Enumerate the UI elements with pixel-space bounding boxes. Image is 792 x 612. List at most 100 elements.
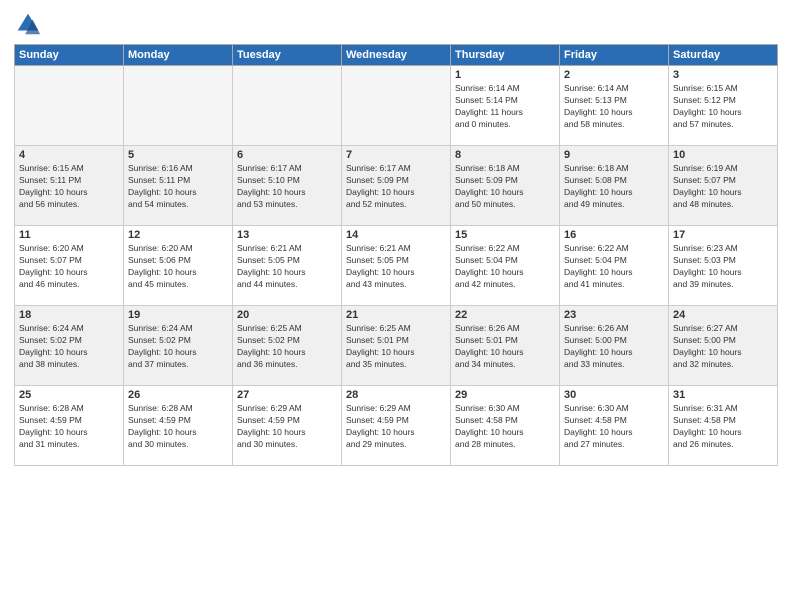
day-info: Sunrise: 6:18 AM Sunset: 5:08 PM Dayligh… <box>564 163 664 211</box>
calendar-cell: 28 Sunrise: 6:29 AM Sunset: 4:59 PM Dayli… <box>342 386 451 466</box>
day-number: 18 <box>19 309 119 321</box>
day-number: 21 <box>346 309 446 321</box>
day-number: 23 <box>564 309 664 321</box>
calendar-row-5: 25Sunrise: 6:28 AM Sunset: 4:59 PM Dayli… <box>15 386 778 466</box>
calendar-cell: 7 Sunrise: 6:17 AM Sunset: 5:09 PM Daylig… <box>342 146 451 226</box>
page: SundayMondayTuesdayWednesdayThursdayFrid… <box>0 0 792 612</box>
calendar-cell: 21 Sunrise: 6:25 AM Sunset: 5:01 PM Dayli… <box>342 306 451 386</box>
calendar-cell: 22Sunrise: 6:26 AM Sunset: 5:01 PM Dayli… <box>451 306 560 386</box>
day-info: Sunrise: 6:27 AM Sunset: 5:00 PM Dayligh… <box>673 323 773 371</box>
calendar-cell: 24 Sunrise: 6:27 AM Sunset: 5:00 PM Dayli… <box>669 306 778 386</box>
calendar-cell: 31Sunrise: 6:31 AM Sunset: 4:58 PM Dayli… <box>669 386 778 466</box>
calendar-cell: 27 Sunrise: 6:29 AM Sunset: 4:59 PM Dayli… <box>233 386 342 466</box>
day-number: 29 <box>455 389 555 401</box>
weekday-header-row: SundayMondayTuesdayWednesdayThursdayFrid… <box>15 45 778 66</box>
day-number: 27 <box>237 389 337 401</box>
day-info: Sunrise: 6:29 AM Sunset: 4:59 PM Dayligh… <box>346 403 446 451</box>
day-info: Sunrise: 6:15 AM Sunset: 5:12 PM Dayligh… <box>673 83 773 131</box>
day-number: 30 <box>564 389 664 401</box>
calendar-cell <box>124 66 233 146</box>
day-info: Sunrise: 6:23 AM Sunset: 5:03 PM Dayligh… <box>673 243 773 291</box>
day-info: Sunrise: 6:19 AM Sunset: 5:07 PM Dayligh… <box>673 163 773 211</box>
day-info: Sunrise: 6:30 AM Sunset: 4:58 PM Dayligh… <box>564 403 664 451</box>
calendar-cell: 19Sunrise: 6:24 AM Sunset: 5:02 PM Dayli… <box>124 306 233 386</box>
calendar-cell: 4Sunrise: 6:15 AM Sunset: 5:11 PM Daylig… <box>15 146 124 226</box>
weekday-header-monday: Monday <box>124 45 233 66</box>
day-number: 17 <box>673 229 773 241</box>
day-number: 12 <box>128 229 228 241</box>
calendar-cell: 29 Sunrise: 6:30 AM Sunset: 4:58 PM Dayli… <box>451 386 560 466</box>
calendar-cell: 12 Sunrise: 6:20 AM Sunset: 5:06 PM Dayli… <box>124 226 233 306</box>
calendar-cell: 20 Sunrise: 6:25 AM Sunset: 5:02 PM Dayli… <box>233 306 342 386</box>
calendar-cell: 10 Sunrise: 6:19 AM Sunset: 5:07 PM Dayli… <box>669 146 778 226</box>
day-info: Sunrise: 6:20 AM Sunset: 5:06 PM Dayligh… <box>128 243 228 291</box>
calendar-row-1: 1 Sunrise: 6:14 AM Sunset: 5:14 PM Daylig… <box>15 66 778 146</box>
calendar-cell: 23Sunrise: 6:26 AM Sunset: 5:00 PM Dayli… <box>560 306 669 386</box>
calendar-cell: 26 Sunrise: 6:28 AM Sunset: 4:59 PM Dayli… <box>124 386 233 466</box>
day-info: Sunrise: 6:14 AM Sunset: 5:14 PM Dayligh… <box>455 83 555 131</box>
day-info: Sunrise: 6:31 AM Sunset: 4:58 PM Dayligh… <box>673 403 773 451</box>
day-info: Sunrise: 6:18 AM Sunset: 5:09 PM Dayligh… <box>455 163 555 211</box>
day-number: 7 <box>346 149 446 161</box>
day-info: Sunrise: 6:21 AM Sunset: 5:05 PM Dayligh… <box>237 243 337 291</box>
weekday-header-friday: Friday <box>560 45 669 66</box>
weekday-header-thursday: Thursday <box>451 45 560 66</box>
day-number: 6 <box>237 149 337 161</box>
day-number: 24 <box>673 309 773 321</box>
day-number: 26 <box>128 389 228 401</box>
day-info: Sunrise: 6:22 AM Sunset: 5:04 PM Dayligh… <box>455 243 555 291</box>
calendar-cell: 13Sunrise: 6:21 AM Sunset: 5:05 PM Dayli… <box>233 226 342 306</box>
calendar-cell: 2 Sunrise: 6:14 AM Sunset: 5:13 PM Daylig… <box>560 66 669 146</box>
day-info: Sunrise: 6:24 AM Sunset: 5:02 PM Dayligh… <box>128 323 228 371</box>
calendar-cell <box>342 66 451 146</box>
day-info: Sunrise: 6:17 AM Sunset: 5:10 PM Dayligh… <box>237 163 337 211</box>
day-number: 14 <box>346 229 446 241</box>
day-number: 2 <box>564 69 664 81</box>
calendar-cell: 16Sunrise: 6:22 AM Sunset: 5:04 PM Dayli… <box>560 226 669 306</box>
day-info: Sunrise: 6:30 AM Sunset: 4:58 PM Dayligh… <box>455 403 555 451</box>
day-number: 1 <box>455 69 555 81</box>
calendar-cell: 9 Sunrise: 6:18 AM Sunset: 5:08 PM Daylig… <box>560 146 669 226</box>
day-info: Sunrise: 6:15 AM Sunset: 5:11 PM Dayligh… <box>19 163 119 211</box>
logo <box>14 10 44 38</box>
day-info: Sunrise: 6:28 AM Sunset: 4:59 PM Dayligh… <box>128 403 228 451</box>
weekday-header-wednesday: Wednesday <box>342 45 451 66</box>
day-number: 15 <box>455 229 555 241</box>
calendar-cell <box>233 66 342 146</box>
calendar-cell: 11Sunrise: 6:20 AM Sunset: 5:07 PM Dayli… <box>15 226 124 306</box>
weekday-header-tuesday: Tuesday <box>233 45 342 66</box>
calendar-row-2: 4Sunrise: 6:15 AM Sunset: 5:11 PM Daylig… <box>15 146 778 226</box>
day-info: Sunrise: 6:26 AM Sunset: 5:01 PM Dayligh… <box>455 323 555 371</box>
day-info: Sunrise: 6:21 AM Sunset: 5:05 PM Dayligh… <box>346 243 446 291</box>
calendar-cell: 5Sunrise: 6:16 AM Sunset: 5:11 PM Daylig… <box>124 146 233 226</box>
calendar-cell: 3 Sunrise: 6:15 AM Sunset: 5:12 PM Daylig… <box>669 66 778 146</box>
day-info: Sunrise: 6:29 AM Sunset: 4:59 PM Dayligh… <box>237 403 337 451</box>
day-info: Sunrise: 6:25 AM Sunset: 5:02 PM Dayligh… <box>237 323 337 371</box>
calendar-cell: 18Sunrise: 6:24 AM Sunset: 5:02 PM Dayli… <box>15 306 124 386</box>
day-info: Sunrise: 6:16 AM Sunset: 5:11 PM Dayligh… <box>128 163 228 211</box>
calendar-cell: 6 Sunrise: 6:17 AM Sunset: 5:10 PM Daylig… <box>233 146 342 226</box>
calendar-cell: 14 Sunrise: 6:21 AM Sunset: 5:05 PM Dayli… <box>342 226 451 306</box>
day-number: 28 <box>346 389 446 401</box>
day-info: Sunrise: 6:28 AM Sunset: 4:59 PM Dayligh… <box>19 403 119 451</box>
calendar-cell: 30 Sunrise: 6:30 AM Sunset: 4:58 PM Dayli… <box>560 386 669 466</box>
day-number: 10 <box>673 149 773 161</box>
weekday-header-saturday: Saturday <box>669 45 778 66</box>
calendar-cell <box>15 66 124 146</box>
calendar-table: SundayMondayTuesdayWednesdayThursdayFrid… <box>14 44 778 466</box>
day-info: Sunrise: 6:20 AM Sunset: 5:07 PM Dayligh… <box>19 243 119 291</box>
day-info: Sunrise: 6:17 AM Sunset: 5:09 PM Dayligh… <box>346 163 446 211</box>
weekday-header-sunday: Sunday <box>15 45 124 66</box>
day-info: Sunrise: 6:14 AM Sunset: 5:13 PM Dayligh… <box>564 83 664 131</box>
calendar-cell: 25Sunrise: 6:28 AM Sunset: 4:59 PM Dayli… <box>15 386 124 466</box>
calendar-cell: 17 Sunrise: 6:23 AM Sunset: 5:03 PM Dayli… <box>669 226 778 306</box>
day-number: 3 <box>673 69 773 81</box>
header <box>14 10 778 38</box>
day-number: 9 <box>564 149 664 161</box>
calendar-cell: 8Sunrise: 6:18 AM Sunset: 5:09 PM Daylig… <box>451 146 560 226</box>
day-number: 20 <box>237 309 337 321</box>
calendar-cell: 1 Sunrise: 6:14 AM Sunset: 5:14 PM Daylig… <box>451 66 560 146</box>
day-number: 16 <box>564 229 664 241</box>
logo-icon <box>14 10 42 38</box>
day-info: Sunrise: 6:25 AM Sunset: 5:01 PM Dayligh… <box>346 323 446 371</box>
